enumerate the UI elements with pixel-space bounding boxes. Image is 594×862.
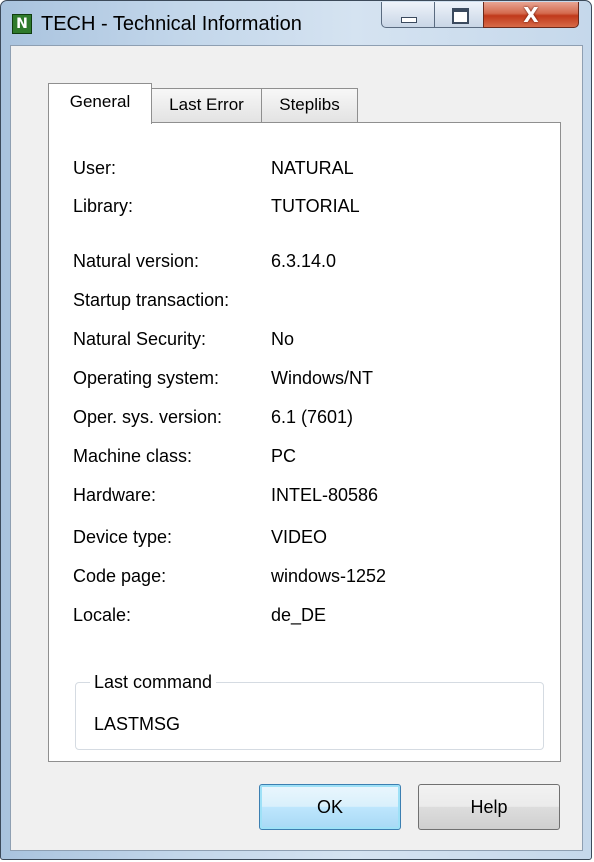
info-label: Oper. sys. version: (73, 407, 223, 427)
maximize-button[interactable] (434, 2, 484, 28)
dialog-client-area: General Last Error Steplibs User: NATURA… (10, 45, 583, 851)
info-value: TUTORIAL (271, 196, 360, 216)
title-bar[interactable]: N TECH - Technical Information X (1, 1, 591, 45)
window-title: TECH - Technical Information (41, 13, 302, 35)
info-value: NATURAL (271, 158, 354, 178)
minimize-icon (401, 17, 417, 23)
ok-button[interactable]: OK (259, 784, 401, 830)
info-value: VIDEO (271, 527, 328, 547)
general-tab-panel: User: NATURAL Library: TUTORIAL Natural … (48, 122, 561, 762)
close-button[interactable]: X (483, 2, 579, 28)
minimize-button[interactable] (381, 2, 435, 28)
info-label: User: (73, 158, 117, 178)
info-label: Startup transaction: (73, 290, 230, 310)
info-label: Locale: (73, 605, 132, 625)
info-value: de_DE (271, 605, 327, 625)
info-label: Machine class: (73, 446, 193, 466)
dialog-window: N TECH - Technical Information X General… (0, 0, 592, 860)
info-label: Natural version: (73, 251, 200, 271)
info-value: 6.1 (7601) (271, 407, 354, 427)
last-command-value: LASTMSG (94, 714, 181, 734)
info-value: windows-1252 (271, 566, 387, 586)
tab-steplibs[interactable]: Steplibs (261, 88, 358, 122)
last-command-group: Last command LASTMSG (75, 670, 544, 750)
help-button[interactable]: Help (418, 784, 560, 830)
info-value: PC (271, 446, 297, 466)
info-value: Windows/NT (271, 368, 374, 388)
maximize-icon (452, 8, 469, 24)
info-label: Device type: (73, 527, 173, 547)
info-label: Natural Security: (73, 329, 207, 349)
tab-last-error[interactable]: Last Error (151, 88, 262, 122)
info-label: Library: (73, 196, 134, 216)
info-label: Code page: (73, 566, 167, 586)
info-value: INTEL-80586 (271, 485, 379, 505)
close-icon: X (523, 3, 539, 27)
last-command-title: Last command (90, 670, 217, 694)
tab-general[interactable]: General (48, 83, 152, 124)
info-label: Operating system: (73, 368, 220, 388)
info-value: 6.3.14.0 (271, 251, 337, 271)
natural-app-icon[interactable]: N (12, 14, 32, 34)
info-value: No (271, 329, 295, 349)
info-label: Hardware: (73, 485, 157, 505)
